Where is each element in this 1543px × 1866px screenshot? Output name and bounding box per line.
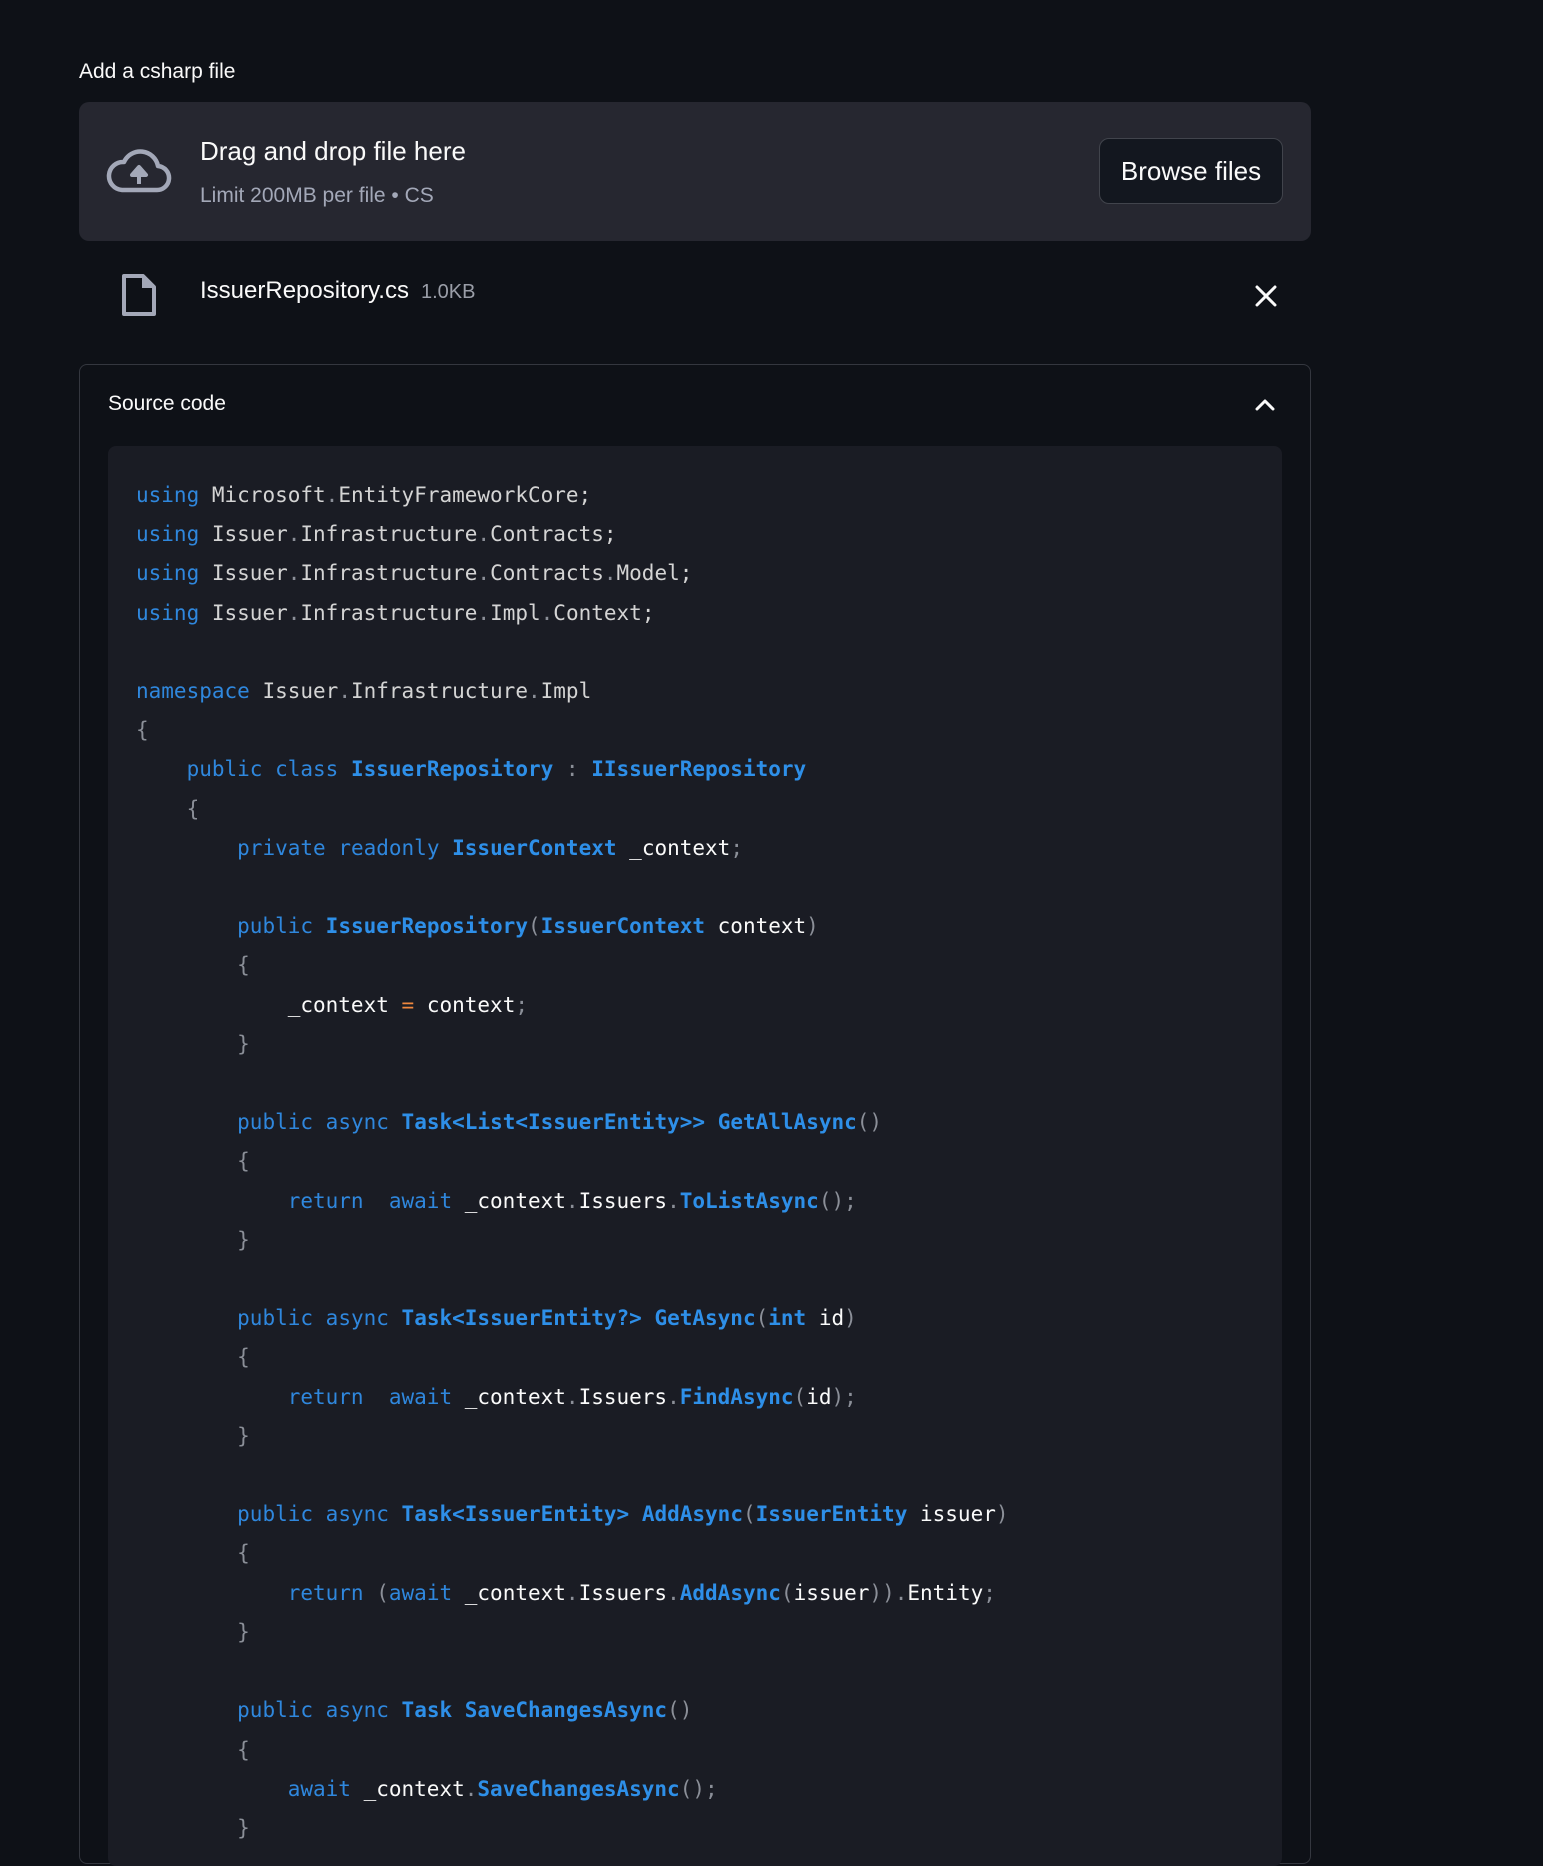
code-line: using Microsoft.EntityFrameworkCore; xyxy=(136,483,592,507)
code-line: } xyxy=(237,1227,250,1252)
code-line: public async Task<List<IssuerEntity>> Ge… xyxy=(237,1110,883,1135)
code-block: using Microsoft.EntityFrameworkCore; usi… xyxy=(108,446,1282,1866)
close-icon[interactable] xyxy=(1252,282,1280,310)
code-line: { xyxy=(237,953,250,978)
uploaded-file-size: 1.0KB xyxy=(421,281,476,303)
code-line: public async Task SaveChangesAsync() xyxy=(237,1698,693,1723)
expander-title[interactable]: Source code xyxy=(108,392,226,416)
code-line: using Issuer.Infrastructure.Impl.Context… xyxy=(136,600,655,625)
code-line: _context = context; xyxy=(287,992,529,1017)
code-line: { xyxy=(136,718,149,743)
code-line: public async Task<IssuerEntity?> GetAsyn… xyxy=(237,1306,857,1331)
cloud-upload-icon xyxy=(106,149,172,193)
code-line: } xyxy=(237,1423,250,1448)
code-line: return (await _context.Issuers.AddAsync(… xyxy=(287,1580,996,1605)
code-line: public async Task<IssuerEntity> AddAsync… xyxy=(237,1502,1009,1527)
code-line: await _context.SaveChangesAsync(); xyxy=(287,1776,718,1801)
browse-files-button[interactable]: Browse files xyxy=(1099,138,1283,204)
chevron-up-icon[interactable] xyxy=(1253,396,1277,412)
code-line: { xyxy=(237,1149,250,1174)
code-line: public class IssuerRepository : IIssuerR… xyxy=(186,757,807,782)
code-line: { xyxy=(186,796,200,821)
dropzone-title: Drag and drop file here xyxy=(200,136,466,166)
dropzone-subtitle: Limit 200MB per file • CS xyxy=(200,184,434,207)
code-line: public IssuerRepository(IssuerContext co… xyxy=(237,914,819,939)
file-icon xyxy=(122,274,156,316)
code-line: { xyxy=(237,1345,250,1370)
uploaded-file-name: IssuerRepository.cs xyxy=(200,277,409,304)
code-line: private readonly IssuerContext _context; xyxy=(237,835,743,860)
uploader-label: Add a csharp file xyxy=(79,60,236,83)
code-line: } xyxy=(237,1815,250,1840)
code-line: } xyxy=(237,1031,250,1056)
code-content: using Microsoft.EntityFrameworkCore; usi… xyxy=(136,476,1009,1848)
code-line: namespace Issuer.Infrastructure.Impl xyxy=(136,679,592,704)
code-line: } xyxy=(237,1619,250,1644)
code-line: { xyxy=(237,1541,250,1566)
code-line: return await _context.Issuers.FindAsync(… xyxy=(287,1384,857,1409)
code-line: { xyxy=(237,1737,250,1762)
code-line: using Issuer.Infrastructure.Contracts.Mo… xyxy=(136,561,693,586)
code-line: using Issuer.Infrastructure.Contracts; xyxy=(136,522,617,547)
code-line: return await _context.Issuers.ToListAsyn… xyxy=(287,1188,857,1213)
